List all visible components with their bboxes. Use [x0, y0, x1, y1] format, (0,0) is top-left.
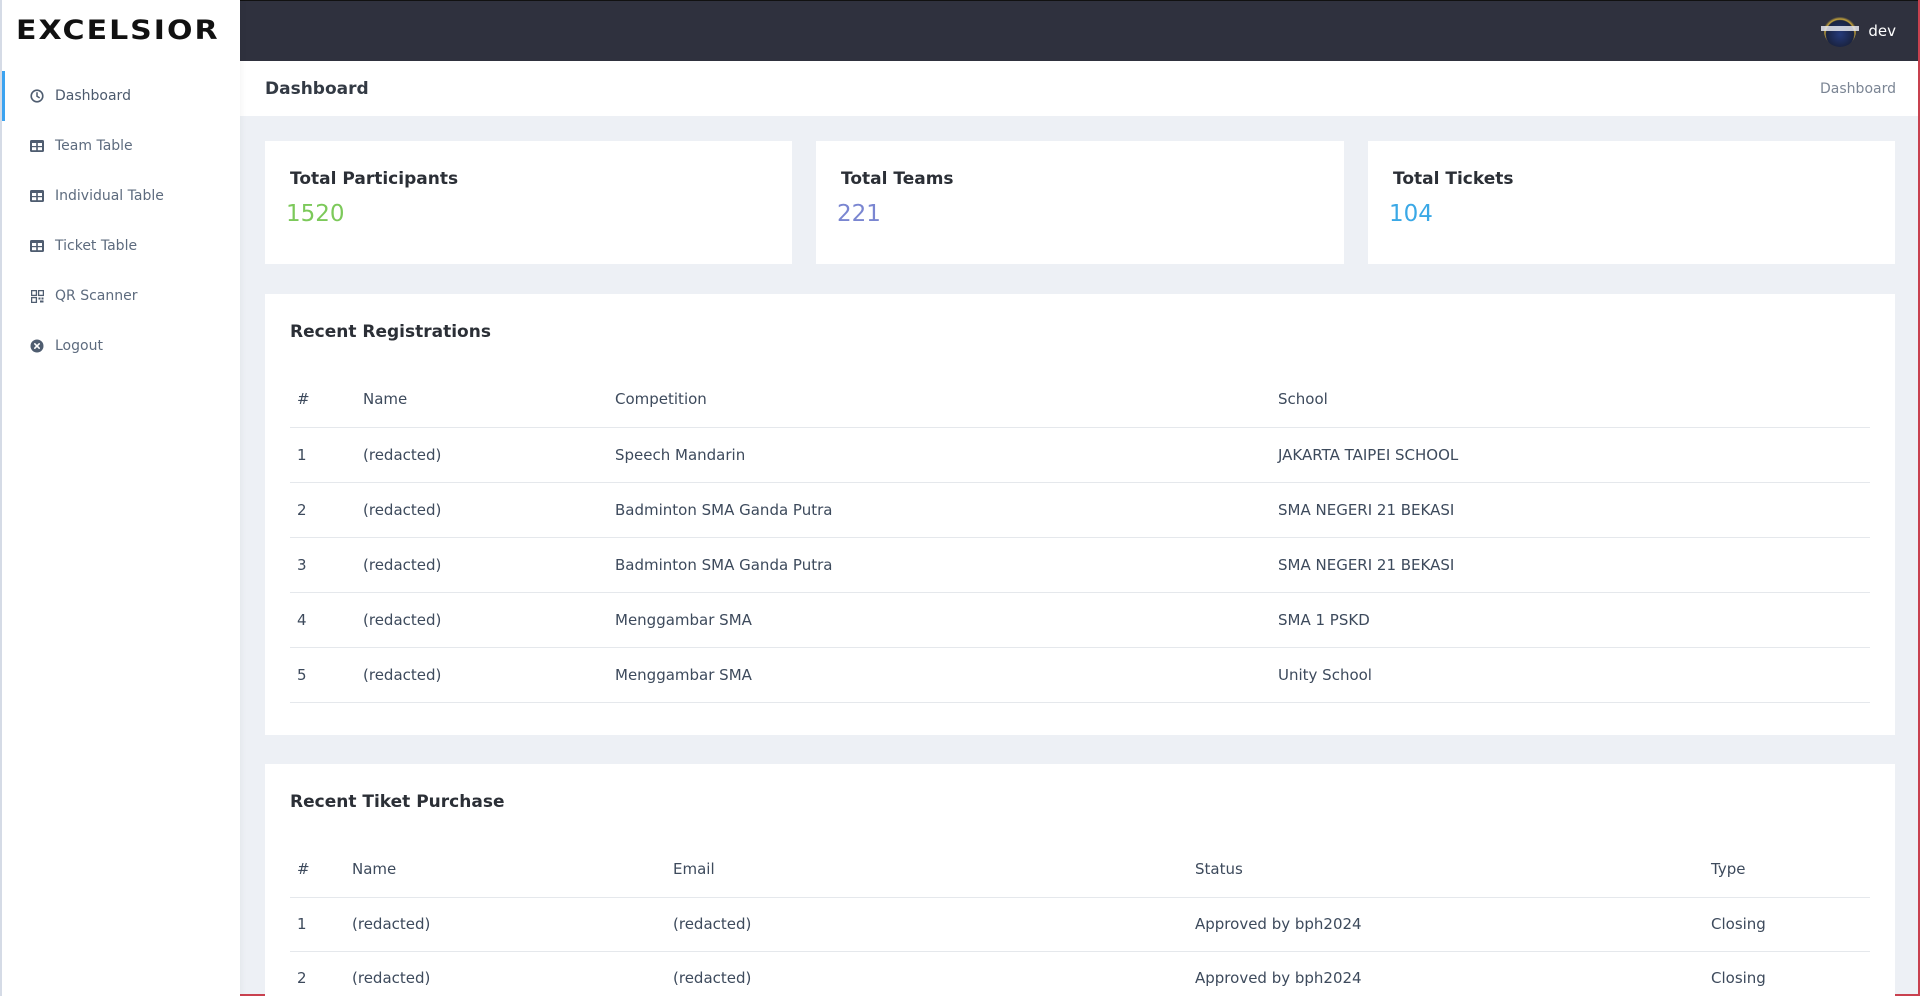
status-cell: Approved by bph2024 — [1188, 897, 1704, 952]
cell: 1 — [290, 427, 356, 483]
cell: (redacted) — [356, 482, 608, 538]
column-header: Name — [356, 372, 608, 428]
cell: (redacted) — [356, 647, 608, 703]
cell: Menggambar SMA — [608, 592, 1271, 648]
breadcrumb[interactable]: Dashboard — [1820, 81, 1896, 97]
stat-card-tickets: Total Tickets 104 — [1368, 141, 1895, 264]
avatar-icon[interactable] — [1821, 15, 1860, 47]
column-header: Competition — [608, 372, 1271, 428]
sidebar-nav: Dashboard Team Table Individual Table Ti… — [2, 71, 240, 371]
cell: Speech Mandarin — [608, 427, 1271, 483]
cell: Badminton SMA Ganda Putra — [608, 482, 1271, 538]
column-header: Email — [666, 842, 1188, 898]
clock-icon — [30, 89, 44, 103]
cell: Closing — [1704, 951, 1870, 996]
cell: Badminton SMA Ganda Putra — [608, 537, 1271, 593]
column-header: Status — [1188, 842, 1704, 898]
cell: (redacted) — [666, 951, 1188, 996]
cell: 5 — [290, 647, 356, 703]
table-header-row: # Name Email Status Type — [290, 842, 1870, 898]
table-row: 2 (redacted) Badminton SMA Ganda Putra S… — [290, 482, 1870, 538]
stat-title: Total Teams — [841, 169, 954, 189]
logo[interactable]: EXCELSIOR — [2, 0, 240, 61]
cell: SMA NEGERI 21 BEKASI — [1271, 537, 1870, 593]
table-row: 4 (redacted) Menggambar SMA SMA 1 PSKD — [290, 592, 1870, 648]
column-header: # — [290, 842, 345, 898]
close-circle-icon — [30, 339, 44, 353]
column-header: Name — [345, 842, 666, 898]
cell: SMA NEGERI 21 BEKASI — [1271, 482, 1870, 538]
cell: JAKARTA TAIPEI SCHOOL — [1271, 427, 1870, 483]
cell: 1 — [290, 897, 345, 952]
cell: Unity School — [1271, 647, 1870, 703]
table-row: 1 (redacted) Speech Mandarin JAKARTA TAI… — [290, 427, 1870, 483]
cell: (redacted) — [356, 537, 608, 593]
cell: (redacted) — [345, 897, 666, 952]
column-header: Type — [1704, 842, 1870, 898]
column-header: # — [290, 372, 356, 428]
table-icon — [30, 139, 44, 153]
stat-card-teams: Total Teams 221 — [816, 141, 1344, 264]
topbar: dev — [240, 0, 1918, 61]
cell: (redacted) — [356, 592, 608, 648]
status-cell: Approved by bph2024 — [1188, 951, 1704, 996]
registrations-table: # Name Competition School 1 (redacted) S… — [290, 372, 1870, 703]
user-name[interactable]: dev — [1868, 22, 1896, 40]
section-title: Recent Registrations — [290, 322, 491, 342]
stat-value: 1520 — [286, 201, 345, 227]
sidebar-item-label: Dashboard — [55, 88, 131, 104]
cell: 3 — [290, 537, 356, 593]
table-row: 3 (redacted) Badminton SMA Ganda Putra S… — [290, 537, 1870, 593]
stat-card-participants: Total Participants 1520 — [265, 141, 792, 264]
sidebar-item-label: Logout — [55, 338, 103, 354]
sidebar-item-label: Individual Table — [55, 188, 164, 204]
table-icon — [30, 239, 44, 253]
sidebar: EXCELSIOR Dashboard Team Table Individua… — [0, 0, 240, 996]
cell: Closing — [1704, 897, 1870, 952]
stat-title: Total Participants — [290, 169, 459, 189]
cell: (redacted) — [666, 897, 1188, 952]
recent-registrations-card: Recent Registrations # Name Competition … — [265, 294, 1895, 735]
sidebar-item-label: QR Scanner — [55, 288, 138, 304]
column-header: School — [1271, 372, 1870, 428]
cell: (redacted) — [345, 951, 666, 996]
cell: 2 — [290, 951, 345, 996]
sidebar-item-dashboard[interactable]: Dashboard — [2, 71, 240, 121]
sidebar-item-team-table[interactable]: Team Table — [2, 121, 240, 171]
sidebar-item-individual-table[interactable]: Individual Table — [2, 171, 240, 221]
cell: 2 — [290, 482, 356, 538]
table-icon — [30, 189, 44, 203]
section-title: Recent Tiket Purchase — [290, 792, 505, 812]
tickets-table: # Name Email Status Type 1 (redacted) (r… — [290, 842, 1870, 996]
page-header: Dashboard Dashboard — [240, 61, 1918, 116]
sidebar-item-ticket-table[interactable]: Ticket Table — [2, 221, 240, 271]
logo-text: EXCELSIOR — [16, 14, 220, 47]
stat-title: Total Tickets — [1393, 169, 1514, 189]
recent-tickets-card: Recent Tiket Purchase # Name Email Statu… — [265, 764, 1895, 996]
cell: Menggambar SMA — [608, 647, 1271, 703]
sidebar-item-label: Ticket Table — [55, 238, 138, 254]
cell: SMA 1 PSKD — [1271, 592, 1870, 648]
page-title: Dashboard — [265, 78, 369, 99]
cell: (redacted) — [356, 427, 608, 483]
cell: 4 — [290, 592, 356, 648]
table-row: 2 (redacted) (redacted) Approved by bph2… — [290, 951, 1870, 996]
table-row: 5 (redacted) Menggambar SMA Unity School — [290, 647, 1870, 703]
sidebar-item-logout[interactable]: Logout — [2, 321, 240, 371]
qrcode-icon — [30, 289, 44, 303]
table-row: 1 (redacted) (redacted) Approved by bph2… — [290, 897, 1870, 952]
sidebar-item-label: Team Table — [55, 138, 133, 154]
stat-value: 221 — [837, 201, 881, 227]
sidebar-item-qr-scanner[interactable]: QR Scanner — [2, 271, 240, 321]
table-header-row: # Name Competition School — [290, 372, 1870, 428]
stat-value: 104 — [1389, 201, 1433, 227]
